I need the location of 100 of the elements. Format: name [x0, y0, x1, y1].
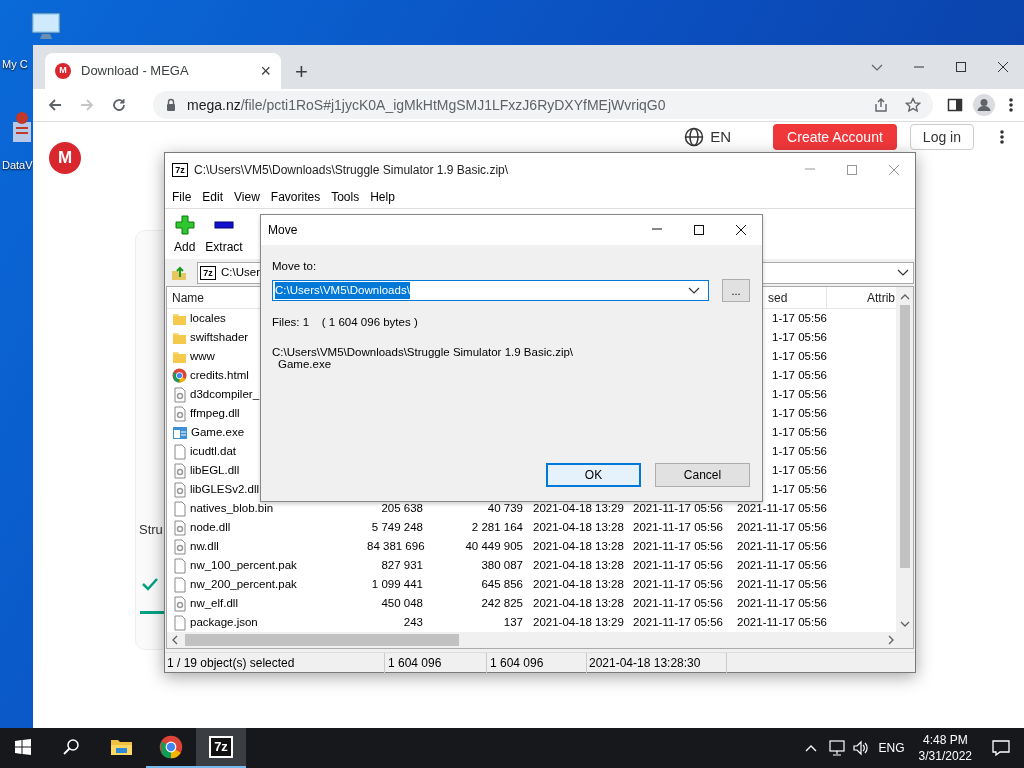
close-icon[interactable]: [997, 61, 1009, 73]
language-selector[interactable]: EN: [710, 125, 732, 149]
file-name[interactable]: natives_blob.bin: [190, 499, 274, 518]
toolbar-button[interactable]: Add: [174, 215, 196, 256]
toolbar-button[interactable]: Extract: [205, 215, 243, 256]
file-name[interactable]: nw_elf.dll: [190, 594, 238, 613]
back-icon[interactable]: [47, 97, 63, 113]
volume-icon[interactable]: [852, 740, 869, 756]
menu-item[interactable]: File: [172, 188, 192, 206]
menu-item[interactable]: Help: [370, 188, 395, 206]
tab-search-icon[interactable]: [871, 62, 883, 72]
dropdown-icon[interactable]: [897, 268, 909, 277]
settings-file-icon: [172, 538, 187, 555]
file-name[interactable]: libEGL.dll: [190, 461, 240, 480]
computer-icon[interactable]: [28, 10, 64, 42]
table-cell-text: 1-17 05:56: [771, 348, 827, 364]
column-header[interactable]: Name: [172, 291, 204, 305]
scroll-up-icon[interactable]: [899, 293, 910, 301]
profile-icon[interactable]: [973, 94, 995, 116]
language-indicator[interactable]: ENG: [878, 739, 905, 757]
maximize-icon[interactable]: [693, 224, 705, 236]
url-text: mega.nz/file/pcti1RoS#j1jycK0A_igMkHtMgSMJ1LFxzJ6RyDXYfMEjWvriqG0: [187, 95, 666, 115]
column-header[interactable]: Attrib: [867, 291, 895, 305]
file-name[interactable]: package.json: [190, 613, 258, 632]
table-cell-text: 645 856: [480, 576, 523, 592]
maximize-icon[interactable]: [955, 61, 967, 73]
browser-tab[interactable]: M Download - MEGA ×: [45, 53, 281, 89]
file-icon: [172, 557, 187, 574]
desktop-icon-label[interactable]: DataV: [2, 159, 33, 172]
new-tab-button[interactable]: +: [295, 61, 308, 83]
column-header[interactable]: sed: [768, 291, 788, 305]
file-name[interactable]: Game.exe: [191, 423, 245, 442]
side-panel-icon[interactable]: [947, 97, 963, 113]
file-name[interactable]: nw.dll: [190, 537, 219, 556]
taskbar-app-button[interactable]: 7z: [196, 728, 246, 768]
scroll-left-icon[interactable]: [171, 635, 179, 645]
scroll-right-icon[interactable]: [887, 635, 895, 645]
login-button[interactable]: Log in: [909, 124, 974, 150]
more-options-icon[interactable]: [1000, 129, 1004, 145]
folder-icon: [172, 330, 187, 345]
clock[interactable]: 4:48 PM 3/31/2022: [918, 731, 972, 765]
program-icon: [172, 424, 188, 441]
ok-button[interactable]: OK: [546, 463, 641, 487]
close-icon[interactable]: [735, 224, 747, 236]
menu-item[interactable]: View: [234, 188, 260, 206]
up-folder-icon[interactable]: [171, 264, 187, 281]
file-name[interactable]: nw_100_percent.pak: [190, 556, 297, 575]
table-cell-text: 84 381 696: [367, 538, 423, 554]
file-name[interactable]: libGLESv2.dll: [190, 480, 260, 499]
table-cell-text: 1-17 05:56: [771, 310, 827, 326]
file-name[interactable]: nw_200_percent.pak: [190, 575, 297, 594]
network-icon[interactable]: [828, 740, 845, 756]
file-count-text: Files: 1 ( 1 604 096 bytes ): [272, 315, 419, 331]
table-cell-text: 2021-04-18 13:29: [532, 614, 625, 630]
file-name[interactable]: www: [190, 347, 215, 366]
file-name[interactable]: ffmpeg.dll: [190, 404, 240, 423]
file-name[interactable]: credits.html: [190, 366, 249, 385]
cancel-button[interactable]: Cancel: [655, 463, 750, 487]
share-icon[interactable]: [873, 97, 889, 113]
scrollbar-thumb[interactable]: [899, 305, 910, 568]
file-name[interactable]: d3dcompiler_: [190, 385, 260, 404]
file-name[interactable]: node.dll: [190, 518, 231, 537]
dropdown-icon[interactable]: [688, 286, 701, 296]
scroll-down-icon[interactable]: [899, 620, 910, 628]
menu-icon[interactable]: [1009, 97, 1013, 113]
browse-button[interactable]: ...: [722, 279, 750, 303]
table-cell-text: 1-17 05:56: [771, 443, 827, 459]
destination-field[interactable]: C:\Users\VM5\Downloads\: [272, 280, 710, 302]
menu-item[interactable]: Edit: [202, 188, 224, 206]
notification-icon[interactable]: [992, 739, 1010, 757]
table-cell-text: 1-17 05:56: [771, 329, 827, 345]
settings-file-icon: [172, 386, 187, 403]
table-cell-text: 450 048: [380, 595, 423, 611]
settings-file-icon: [172, 405, 187, 422]
globe-icon[interactable]: [684, 127, 705, 147]
status-text: 2021-04-18 13:28:30: [587, 652, 727, 673]
star-icon[interactable]: [905, 97, 921, 113]
file-icon: [172, 500, 187, 517]
address-bar[interactable]: mega.nz/file/pcti1RoS#j1jycK0A_igMkHtMgSMJ1LFxzJ6RyDXYfMEjWvriqG0: [153, 91, 933, 119]
logo[interactable]: M: [49, 142, 81, 174]
chevron-up-icon[interactable]: [804, 743, 817, 753]
create-account-button[interactable]: Create Account: [773, 124, 897, 150]
menu-item[interactable]: Tools: [331, 188, 360, 206]
table-cell-text: 2021-11-17 05:56: [736, 576, 827, 592]
desktop-icon-label[interactable]: My C: [2, 58, 28, 71]
file-name[interactable]: locales: [190, 309, 226, 328]
file-name[interactable]: icudtl.dat: [190, 442, 237, 461]
settings-file-icon: [172, 462, 187, 479]
lock-icon[interactable]: [165, 98, 177, 112]
table-cell-text: 1-17 05:56: [771, 481, 827, 497]
folder-icon: [172, 311, 187, 326]
table-cell-text: 5 749 248: [370, 519, 423, 535]
file-name[interactable]: swiftshader: [190, 328, 249, 347]
tab-close-button[interactable]: ×: [260, 62, 271, 80]
table-cell-text: 2021-11-17 05:56: [632, 557, 724, 573]
scrollbar-thumb[interactable]: [185, 634, 459, 646]
reload-icon[interactable]: [111, 97, 127, 113]
table-cell-text: 2021-11-17 05:56: [632, 500, 724, 516]
menu-item[interactable]: Favorites: [270, 188, 321, 206]
status-text: 1 604 096: [385, 652, 487, 673]
